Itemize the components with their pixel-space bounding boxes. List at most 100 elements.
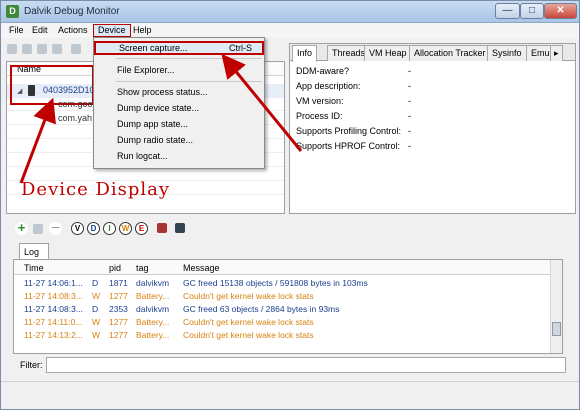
info-panel: Info Threads VM Heap Allocation Tracker … xyxy=(289,43,576,214)
log-time: 11-27 14:13:2... xyxy=(24,330,83,340)
log-row[interactable]: 11-27 14:08:3... W 1277 Battery... Couldn't … xyxy=(14,290,550,303)
property-label: DDM-aware? xyxy=(296,66,350,76)
scrollbar-thumb[interactable] xyxy=(552,322,561,336)
app-item[interactable]: com.yah xyxy=(58,113,92,123)
window-title: Dalvik Debug Monitor xyxy=(24,6,120,17)
dump-hprof-icon[interactable] xyxy=(37,44,47,54)
menu-item-show-process-status[interactable]: Show process status... xyxy=(94,85,264,99)
update-heap-icon[interactable] xyxy=(22,44,32,54)
log-toolbar: + — V D I W E xyxy=(5,220,305,238)
tab-vm-heap[interactable]: VM Heap xyxy=(364,45,412,61)
log-tag: Battery... xyxy=(136,291,170,301)
column-tag-header[interactable]: tag xyxy=(136,263,149,273)
log-time: 11-27 14:08:3... xyxy=(24,304,83,314)
menu-edit[interactable]: Edit xyxy=(28,24,52,37)
level-info-icon[interactable]: I xyxy=(103,222,116,235)
log-table-header: Time pid tag Message xyxy=(14,260,550,275)
property-value: - xyxy=(408,96,411,106)
property-value: - xyxy=(408,141,411,151)
log-time: 11-27 14:06:1... xyxy=(24,278,83,288)
tab-log[interactable]: Log xyxy=(19,243,49,260)
log-pid: 1277 xyxy=(109,317,128,327)
level-error-icon[interactable]: E xyxy=(135,222,148,235)
log-pid: 1277 xyxy=(109,291,128,301)
gc-icon[interactable] xyxy=(52,44,62,54)
filter-label: Filter: xyxy=(20,360,43,370)
app-window: D Dalvik Debug Monitor — □ ✕ File Edit A… xyxy=(0,0,580,410)
app-icon: D xyxy=(6,5,19,18)
menu-bar: File Edit Actions Device Help xyxy=(1,23,579,38)
menu-help[interactable]: Help xyxy=(129,24,156,37)
tab-sysinfo[interactable]: Sysinfo xyxy=(487,45,527,61)
menu-item-file-explorer[interactable]: File Explorer... xyxy=(94,63,264,77)
menu-item-dump-radio-state[interactable]: Dump radio state... xyxy=(94,133,264,147)
log-row[interactable]: 11-27 14:13:2... W 1277 Battery... Couldn't … xyxy=(14,329,550,342)
annotation-label: Device Display xyxy=(21,179,171,200)
menu-file[interactable]: File xyxy=(5,24,28,37)
edit-filter-icon[interactable] xyxy=(33,224,43,234)
close-button[interactable]: ✕ xyxy=(544,3,577,19)
log-message: GC freed 15138 objects / 591808 bytes in… xyxy=(183,278,368,288)
menu-item-screen-capture[interactable]: Screen capture... Ctrl-S xyxy=(94,41,264,55)
log-row[interactable]: 11-27 14:11:0... W 1277 Battery... Couldn't … xyxy=(14,316,550,329)
save-log-icon[interactable] xyxy=(175,223,185,233)
log-level: W xyxy=(92,330,101,340)
level-debug-icon[interactable]: D xyxy=(87,222,100,235)
property-label: App description: xyxy=(296,81,361,91)
menu-item-dump-app-state[interactable]: Dump app state... xyxy=(94,117,264,131)
column-message-header[interactable]: Message xyxy=(183,263,220,273)
log-level: W xyxy=(92,291,101,301)
maximize-button[interactable]: □ xyxy=(520,3,544,19)
add-filter-icon[interactable]: + xyxy=(15,221,28,235)
log-message: Couldn't get kernel wake lock stats xyxy=(183,330,314,340)
property-value: - xyxy=(408,66,411,76)
log-panel: Time pid tag Message 11-27 14:06:1... D 18… xyxy=(13,259,563,354)
log-tag: dalvikvm xyxy=(136,304,170,314)
tab-allocation-tracker[interactable]: Allocation Tracker xyxy=(409,45,491,61)
log-level: W xyxy=(92,317,101,327)
log-pid: 1871 xyxy=(109,278,128,288)
property-label: Supports Profiling Control: xyxy=(296,126,402,136)
log-pid: 2353 xyxy=(109,304,128,314)
log-tag: Battery... xyxy=(136,317,170,327)
level-warn-icon[interactable]: W xyxy=(119,222,132,235)
device-serial[interactable]: 0403952D10 xyxy=(43,85,95,95)
tab-overflow-chevron-icon[interactable]: ▸ xyxy=(550,45,563,61)
minimize-button[interactable]: — xyxy=(495,3,520,19)
title-bar[interactable]: D Dalvik Debug Monitor — □ ✕ xyxy=(1,1,579,23)
property-value: - xyxy=(408,126,411,136)
column-time-header[interactable]: Time xyxy=(24,263,44,273)
update-threads-icon[interactable] xyxy=(71,44,81,54)
clear-log-icon[interactable] xyxy=(157,223,167,233)
log-message: Couldn't get kernel wake lock stats xyxy=(183,317,314,327)
app-item[interactable]: com.goo xyxy=(58,99,93,109)
level-verbose-icon[interactable]: V xyxy=(71,222,84,235)
menu-actions[interactable]: Actions xyxy=(54,24,92,37)
expand-arrow-icon[interactable]: ◢ xyxy=(17,87,22,95)
property-label: VM version: xyxy=(296,96,344,106)
log-row[interactable]: 11-27 14:08:3... D 2353 dalvikvm GC freed 63… xyxy=(14,303,550,316)
status-bar xyxy=(1,381,579,409)
log-message: Couldn't get kernel wake lock stats xyxy=(183,291,314,301)
menu-separator xyxy=(116,58,262,59)
tab-info[interactable]: Info xyxy=(292,45,318,62)
property-label: Process ID: xyxy=(296,111,343,121)
remove-filter-icon[interactable]: — xyxy=(49,222,62,235)
column-pid-header[interactable]: pid xyxy=(109,263,121,273)
filter-input[interactable] xyxy=(46,357,566,373)
menu-item-run-logcat[interactable]: Run logcat... xyxy=(94,149,264,163)
menu-item-dump-device-state[interactable]: Dump device state... xyxy=(94,101,264,115)
log-time: 11-27 14:08:3... xyxy=(24,291,83,301)
log-level: D xyxy=(92,304,99,314)
info-tabs: Info Threads VM Heap Allocation Tracker … xyxy=(290,44,575,62)
log-tag: Battery... xyxy=(136,330,170,340)
property-label: Supports HPROF Control: xyxy=(296,141,401,151)
log-scrollbar[interactable] xyxy=(550,260,562,353)
menu-device[interactable]: Device xyxy=(93,24,131,37)
menu-separator xyxy=(116,81,262,82)
debug-icon[interactable] xyxy=(7,44,17,54)
log-row[interactable]: 11-27 14:06:1... D 1871 dalvikvm GC freed 15… xyxy=(14,277,550,290)
log-tag: dalvikvm xyxy=(136,278,170,288)
phone-icon xyxy=(28,85,35,96)
log-pid: 1277 xyxy=(109,330,128,340)
